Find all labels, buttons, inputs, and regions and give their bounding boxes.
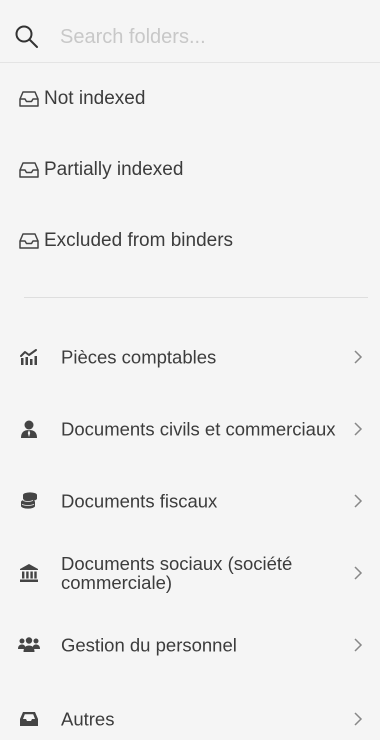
- filter-label: Not indexed: [44, 88, 146, 109]
- folder-documents-sociaux[interactable]: Documents sociaux (société commerciale): [0, 543, 380, 603]
- users-icon: [18, 634, 40, 656]
- inbox-icon: [18, 232, 40, 250]
- folder-panel: Not indexed Partially indexed Excluded f…: [0, 0, 380, 740]
- search-input[interactable]: [60, 22, 360, 52]
- folder-documents-fiscaux[interactable]: Documents fiscaux: [0, 471, 380, 531]
- user-tie-icon: [18, 418, 40, 440]
- chevron-right-icon: [354, 422, 363, 436]
- filter-partially-indexed[interactable]: Partially indexed: [18, 155, 183, 185]
- landmark-icon: [18, 562, 40, 584]
- divider: [24, 297, 368, 298]
- search-icon: [15, 25, 38, 48]
- inbox-solid-icon: [18, 708, 40, 730]
- search-bar: [0, 0, 380, 63]
- filter-excluded-from-binders[interactable]: Excluded from binders: [18, 226, 233, 256]
- coins-icon: [18, 490, 40, 512]
- chevron-right-icon: [354, 712, 363, 726]
- folder-label: Autres: [61, 708, 115, 730]
- folder-documents-civils[interactable]: Documents civils et commerciaux: [0, 399, 380, 459]
- chevron-right-icon: [354, 566, 363, 580]
- folder-autres[interactable]: Autres: [0, 689, 380, 740]
- folder-label: Documents civils et commerciaux: [61, 418, 336, 440]
- chevron-right-icon: [354, 350, 363, 364]
- folder-label: Gestion du personnel: [61, 634, 237, 656]
- chevron-right-icon: [354, 638, 363, 652]
- folder-label: Documents fiscaux: [61, 490, 218, 512]
- folder-label: Documents sociaux (société commerciale): [61, 553, 293, 593]
- inbox-icon: [18, 90, 40, 108]
- inbox-icon: [18, 161, 40, 179]
- filter-not-indexed[interactable]: Not indexed: [18, 84, 145, 114]
- chevron-right-icon: [354, 494, 363, 508]
- folder-label: Pièces comptables: [61, 346, 217, 368]
- folder-pieces-comptables[interactable]: Pièces comptables: [0, 327, 380, 387]
- folder-gestion-du-personnel[interactable]: Gestion du personnel: [0, 615, 380, 675]
- filter-label: Excluded from binders: [44, 230, 234, 251]
- chart-line-icon: [18, 346, 40, 368]
- filter-label: Partially indexed: [44, 159, 184, 180]
